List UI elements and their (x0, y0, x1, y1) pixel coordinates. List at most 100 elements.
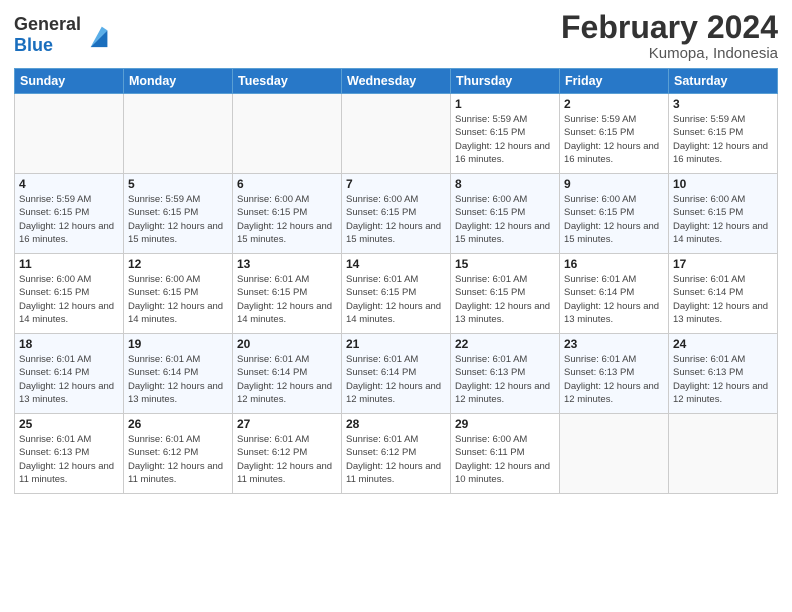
location: Kumopa, Indonesia (561, 45, 778, 62)
calendar-cell: 23 Sunrise: 6:01 AMSunset: 6:13 PMDayligh… (560, 334, 669, 414)
logo-blue: Blue (14, 35, 53, 55)
day-info: Sunrise: 6:00 AMSunset: 6:15 PMDaylight:… (19, 273, 119, 326)
day-info: Sunrise: 6:01 AMSunset: 6:14 PMDaylight:… (564, 273, 664, 326)
calendar-cell: 10 Sunrise: 6:00 AMSunset: 6:15 PMDayligh… (669, 174, 778, 254)
day-info: Sunrise: 6:00 AMSunset: 6:15 PMDaylight:… (564, 193, 664, 246)
calendar-cell: 24Sunrise: 6:01 AMSunset: 6:13 PMDayligh… (669, 334, 778, 414)
logo-general: General (14, 14, 81, 34)
day-info: Sunrise: 6:00 AMSunset: 6:15 PMDaylight:… (128, 273, 228, 326)
week-row-4: 25 Sunrise: 6:01 AMSunset: 6:13 PMDayligh… (15, 414, 778, 494)
weekday-header-saturday: Saturday (669, 69, 778, 94)
calendar-cell: 18 Sunrise: 6:01 AMSunset: 6:14 PMDayligh… (15, 334, 124, 414)
week-row-3: 18 Sunrise: 6:01 AMSunset: 6:14 PMDayligh… (15, 334, 778, 414)
day-info: Sunrise: 6:01 AMSunset: 6:12 PMDaylight:… (346, 433, 446, 486)
day-number: 8 (455, 177, 555, 191)
day-info: Sunrise: 5:59 AMSunset: 6:15 PMDaylight:… (455, 113, 555, 166)
calendar-cell: 6 Sunrise: 6:00 AMSunset: 6:15 PMDaylight… (233, 174, 342, 254)
calendar-cell: 8 Sunrise: 6:00 AMSunset: 6:15 PMDaylight… (451, 174, 560, 254)
day-number: 11 (19, 257, 119, 271)
title-block: February 2024 Kumopa, Indonesia (561, 10, 778, 62)
calendar-cell: 9Sunrise: 6:00 AMSunset: 6:15 PMDaylight… (560, 174, 669, 254)
day-number: 3 (673, 97, 773, 111)
calendar-cell: 26Sunrise: 6:01 AMSunset: 6:12 PMDayligh… (124, 414, 233, 494)
day-info: Sunrise: 6:01 AMSunset: 6:12 PMDaylight:… (128, 433, 228, 486)
day-number: 23 (564, 337, 664, 351)
calendar-cell: 20 Sunrise: 6:01 AMSunset: 6:14 PMDayligh… (233, 334, 342, 414)
day-info: Sunrise: 6:01 AMSunset: 6:14 PMDaylight:… (346, 353, 446, 406)
calendar-cell: 5 Sunrise: 5:59 AMSunset: 6:15 PMDaylight… (124, 174, 233, 254)
day-number: 13 (237, 257, 337, 271)
day-info: Sunrise: 5:59 AMSunset: 6:15 PMDaylight:… (673, 113, 773, 166)
day-info: Sunrise: 6:01 AMSunset: 6:14 PMDaylight:… (237, 353, 337, 406)
day-number: 22 (455, 337, 555, 351)
calendar-cell: 11 Sunrise: 6:00 AMSunset: 6:15 PMDayligh… (15, 254, 124, 334)
calendar-cell: 17 Sunrise: 6:01 AMSunset: 6:14 PMDayligh… (669, 254, 778, 334)
day-number: 24 (673, 337, 773, 351)
weekday-header-wednesday: Wednesday (342, 69, 451, 94)
calendar-cell: 7 Sunrise: 6:00 AMSunset: 6:15 PMDaylight… (342, 174, 451, 254)
calendar-cell: 22 Sunrise: 6:01 AMSunset: 6:13 PMDayligh… (451, 334, 560, 414)
calendar-cell: 2Sunrise: 5:59 AMSunset: 6:15 PMDaylight… (560, 94, 669, 174)
calendar-cell: 27Sunrise: 6:01 AMSunset: 6:12 PMDayligh… (233, 414, 342, 494)
calendar-cell: 28 Sunrise: 6:01 AMSunset: 6:12 PMDayligh… (342, 414, 451, 494)
calendar-cell: 19Sunrise: 6:01 AMSunset: 6:14 PMDayligh… (124, 334, 233, 414)
calendar-cell (669, 414, 778, 494)
day-number: 25 (19, 417, 119, 431)
day-info: Sunrise: 6:00 AMSunset: 6:15 PMDaylight:… (237, 193, 337, 246)
week-row-1: 4Sunrise: 5:59 AMSunset: 6:15 PMDaylight… (15, 174, 778, 254)
calendar-cell: 4Sunrise: 5:59 AMSunset: 6:15 PMDaylight… (15, 174, 124, 254)
calendar-cell: 25 Sunrise: 6:01 AMSunset: 6:13 PMDayligh… (15, 414, 124, 494)
calendar-cell (124, 94, 233, 174)
calendar: SundayMondayTuesdayWednesdayThursdayFrid… (14, 68, 778, 494)
day-number: 12 (128, 257, 228, 271)
calendar-cell: 15 Sunrise: 6:01 AMSunset: 6:15 PMDayligh… (451, 254, 560, 334)
month-year: February 2024 (561, 10, 778, 45)
day-number: 28 (346, 417, 446, 431)
calendar-cell: 3 Sunrise: 5:59 AMSunset: 6:15 PMDaylight… (669, 94, 778, 174)
calendar-cell (15, 94, 124, 174)
day-number: 17 (673, 257, 773, 271)
week-row-2: 11 Sunrise: 6:00 AMSunset: 6:15 PMDayligh… (15, 254, 778, 334)
day-info: Sunrise: 6:01 AMSunset: 6:15 PMDaylight:… (237, 273, 337, 326)
day-info: Sunrise: 6:01 AMSunset: 6:13 PMDaylight:… (564, 353, 664, 406)
day-info: Sunrise: 6:00 AMSunset: 6:15 PMDaylight:… (346, 193, 446, 246)
logo: General Blue (14, 14, 113, 55)
day-number: 15 (455, 257, 555, 271)
day-number: 6 (237, 177, 337, 191)
week-row-0: 1 Sunrise: 5:59 AMSunset: 6:15 PMDaylight… (15, 94, 778, 174)
day-number: 5 (128, 177, 228, 191)
day-info: Sunrise: 5:59 AMSunset: 6:15 PMDaylight:… (564, 113, 664, 166)
day-info: Sunrise: 5:59 AMSunset: 6:15 PMDaylight:… (128, 193, 228, 246)
calendar-cell (342, 94, 451, 174)
weekday-header-sunday: Sunday (15, 69, 124, 94)
weekday-header-row: SundayMondayTuesdayWednesdayThursdayFrid… (15, 69, 778, 94)
page: General Blue February 2024 Kumopa, Indon… (0, 0, 792, 612)
weekday-header-monday: Monday (124, 69, 233, 94)
calendar-cell (233, 94, 342, 174)
day-number: 20 (237, 337, 337, 351)
day-number: 29 (455, 417, 555, 431)
day-number: 19 (128, 337, 228, 351)
weekday-header-thursday: Thursday (451, 69, 560, 94)
day-info: Sunrise: 6:01 AMSunset: 6:15 PMDaylight:… (455, 273, 555, 326)
day-info: Sunrise: 6:01 AMSunset: 6:13 PMDaylight:… (19, 433, 119, 486)
weekday-header-friday: Friday (560, 69, 669, 94)
calendar-cell: 1 Sunrise: 5:59 AMSunset: 6:15 PMDaylight… (451, 94, 560, 174)
calendar-cell: 14Sunrise: 6:01 AMSunset: 6:15 PMDayligh… (342, 254, 451, 334)
calendar-cell: 21Sunrise: 6:01 AMSunset: 6:14 PMDayligh… (342, 334, 451, 414)
day-info: Sunrise: 6:01 AMSunset: 6:14 PMDaylight:… (19, 353, 119, 406)
day-number: 18 (19, 337, 119, 351)
calendar-cell: 29 Sunrise: 6:00 AMSunset: 6:11 PMDayligh… (451, 414, 560, 494)
day-number: 10 (673, 177, 773, 191)
day-info: Sunrise: 6:01 AMSunset: 6:14 PMDaylight:… (673, 273, 773, 326)
day-number: 1 (455, 97, 555, 111)
day-info: Sunrise: 6:00 AMSunset: 6:15 PMDaylight:… (673, 193, 773, 246)
day-info: Sunrise: 6:01 AMSunset: 6:15 PMDaylight:… (346, 273, 446, 326)
day-info: Sunrise: 5:59 AMSunset: 6:15 PMDaylight:… (19, 193, 119, 246)
day-info: Sunrise: 6:01 AMSunset: 6:13 PMDaylight:… (455, 353, 555, 406)
day-number: 7 (346, 177, 446, 191)
day-number: 27 (237, 417, 337, 431)
day-info: Sunrise: 6:00 AMSunset: 6:15 PMDaylight:… (455, 193, 555, 246)
day-number: 16 (564, 257, 664, 271)
day-info: Sunrise: 6:00 AMSunset: 6:11 PMDaylight:… (455, 433, 555, 486)
